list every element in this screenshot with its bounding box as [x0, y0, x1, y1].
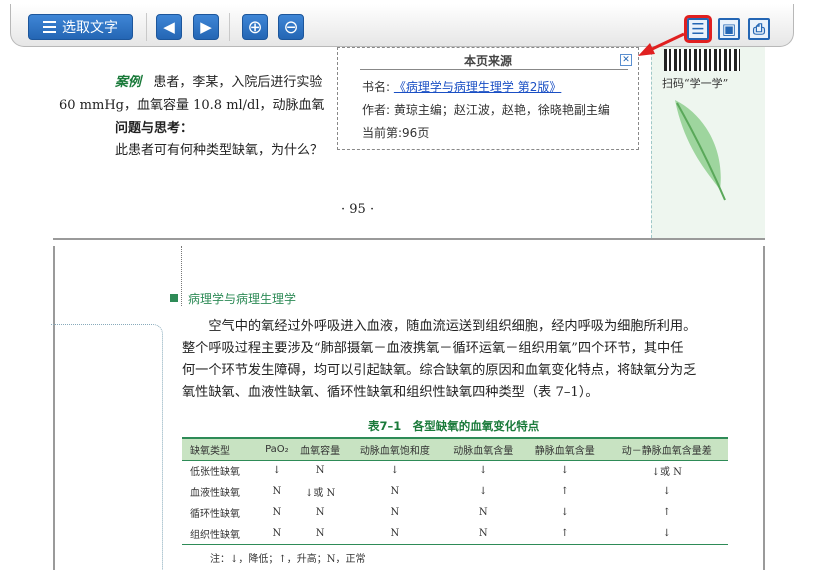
table-cell: ↓ [560, 465, 569, 477]
page-source-popup: 本页来源 ✕ 书名: 《病理学与病理生理学 第2版》 作者: 黄琼主编；赵江波，… [337, 47, 639, 150]
table-cell: N [390, 507, 400, 518]
close-icon[interactable]: ✕ [620, 54, 632, 66]
table-cell: ↓或 N [304, 488, 336, 499]
table-cell: ↓ [272, 465, 282, 477]
paragraph-line: 空气中的氧经过外呼吸进入血液，随血流运送到组织细胞，经内呼吸为细胞所利用。 [182, 319, 697, 334]
section-marker [170, 294, 178, 302]
hypoxia-table: 缺氧类型 PaO₂ 血氧容量 动脉血氧饱和度 动脉血氧含量 静脉血氧含量 动－静… [182, 437, 728, 545]
qr-label: 扫码“学一学” [662, 77, 729, 90]
question-text: 此患者可有何种类型缺氧，为什么？ [115, 143, 324, 158]
table-cell: ↓ [662, 486, 671, 497]
table-cell: ↓ [605, 523, 728, 545]
case-label: 案例 [115, 75, 142, 90]
select-text-label: 选取文字 [62, 20, 118, 36]
table-cell: 低张性缺氧 [190, 467, 240, 479]
section-title: 病理学与病理生理学 [188, 292, 297, 306]
column-header: 动脉血氧饱和度 [347, 437, 443, 461]
table-cell: N [478, 507, 488, 518]
book-link[interactable]: 《病理学与病理生理学 第2版》 [394, 80, 561, 94]
triangle-left-icon: ◀ [163, 18, 175, 36]
list-icon [43, 21, 56, 33]
question-title: 问题与思考： [115, 121, 194, 136]
table-cell: N [347, 523, 443, 545]
table-cell: ↓ [479, 486, 488, 497]
table-cell: N [315, 507, 325, 518]
popup-divider [360, 69, 628, 70]
select-text-button[interactable]: 选取文字 [28, 14, 133, 40]
page-96: 病理学与病理生理学 空气中的氧经过外呼吸进入血液，随血流运送到组织细胞，经内呼吸… [51, 246, 765, 570]
table-cell: ↓或 N [651, 467, 682, 479]
column-header: 动－静脉血氧含量差 [605, 437, 728, 461]
table-header-row: 缺氧类型 PaO₂ 血氧容量 动脉血氧饱和度 动脉血氧含量 静脉血氧含量 动－静… [182, 437, 728, 461]
table-cell: N [272, 486, 282, 497]
table-row: 血液性缺氧 N ↓或 N N ↓ ↑ ↓ [182, 481, 728, 502]
zoom-in-icon: ⊕ [247, 16, 263, 38]
arrow-icon [638, 32, 685, 56]
column-header: PaO₂ [260, 437, 293, 461]
feather-icon [675, 100, 726, 201]
print-button[interactable]: ⎙ [748, 18, 770, 40]
table-cell: 血液性缺氧 [190, 488, 240, 499]
table-cell: ↑ [560, 486, 569, 497]
table-note: 注：↓，降低；↑，升高；N，正常 [210, 554, 366, 565]
prev-page-button[interactable]: ◀ [156, 14, 182, 40]
table-cell: 循环性缺氧 [190, 509, 240, 520]
paragraph-line: 整个呼吸过程主要涉及“肺部摄氧－血液携氧－循环运氧－组织用氧”四个环节，其中任 [182, 341, 684, 356]
current-page-row: 当前第:96页 [362, 126, 430, 140]
table-cell: N [292, 523, 348, 545]
table-cell: ↓ [560, 507, 569, 518]
toolbar-divider [229, 13, 230, 41]
table-cell: N [315, 465, 325, 477]
next-page-button[interactable]: ▶ [193, 14, 219, 40]
table-cell: ↑ [662, 507, 671, 518]
zoom-in-button[interactable]: ⊕ [242, 14, 268, 40]
column-header: 缺氧类型 [182, 437, 261, 461]
margin-bracket [51, 324, 163, 570]
table-cell: N [260, 523, 293, 545]
table-caption: 表7–1 各型缺氧的血氧变化特点 [368, 419, 540, 433]
table-row: 循环性缺氧 N N N N ↓ ↑ [182, 502, 728, 523]
paragraph-line: 何一个环节发生障碍，均可以引起缺氧。综合缺氧的原因和血氧变化特点，将缺氧分为乏 [182, 363, 697, 378]
author-row: 作者: 黄琼主编；赵江波，赵艳，徐晓艳副主编 [362, 103, 610, 117]
page-source-button[interactable]: ☰ [684, 15, 712, 43]
zoom-out-icon: ⊖ [283, 16, 299, 38]
list-icon: ☰ [691, 20, 705, 38]
save-icon: ▣ [721, 20, 737, 38]
table-row: 组织性缺氧 N N N N ↑ ↓ [182, 523, 728, 545]
case-paragraph: 案例 患者，李某，入院后进行实验 [115, 71, 322, 90]
case-line-1: 患者，李某，入院后进行实验 [153, 75, 323, 90]
zoom-out-button[interactable]: ⊖ [278, 14, 304, 40]
table-cell: 组织性缺氧 [182, 523, 261, 545]
book-name-row: 书名: 《病理学与病理生理学 第2版》 [362, 78, 561, 95]
table-cell: ↓ [390, 465, 400, 477]
table-row: 低张性缺氧 ↓ N ↓ ↓ ↓ ↓或 N [182, 460, 728, 481]
paragraph-line: 氧性缺氧、血液性缺氧、循环性缺氧和组织性缺氧四种类型（表 7–1）。 [182, 385, 599, 400]
table-cell: N [272, 507, 282, 518]
popup-title: 本页来源 [463, 54, 512, 68]
book-label: 书名: [362, 80, 391, 94]
toolbar-divider [146, 13, 147, 41]
column-header: 动脉血氧含量 [442, 437, 524, 461]
save-button[interactable]: ▣ [718, 18, 740, 40]
column-header: 静脉血氧含量 [524, 437, 606, 461]
margin-dotted-line [181, 246, 182, 306]
page-number: · 95 · [341, 202, 375, 217]
triangle-right-icon: ▶ [200, 18, 212, 36]
body-paragraph: 空气中的氧经过外呼吸进入血液，随血流运送到组织细胞，经内呼吸为细胞所利用。 整个… [182, 316, 732, 404]
table-cell: N [390, 486, 400, 497]
table-cell: N [442, 523, 524, 545]
print-icon: ⎙ [752, 20, 765, 38]
case-line-2: 60 mmHg，血氧容量 10.8 ml/dl，动脉血氧 [59, 98, 325, 113]
column-header: 血氧容量 [292, 437, 348, 461]
table-cell: ↑ [524, 523, 606, 545]
table-cell: ↓ [479, 465, 488, 477]
